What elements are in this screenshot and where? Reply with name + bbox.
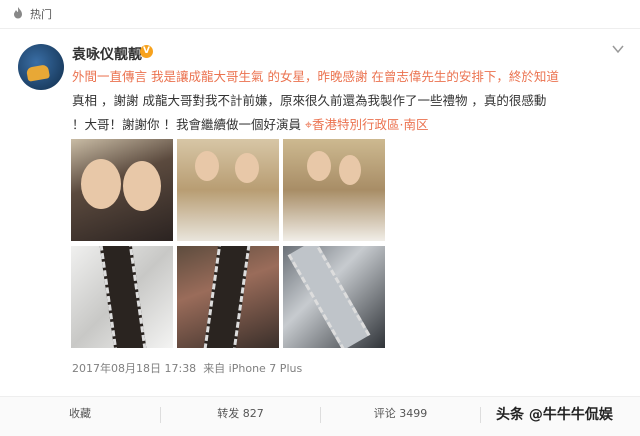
photo-grid <box>71 139 386 351</box>
film-strip <box>99 246 147 348</box>
repost-button[interactable]: 转发 827 <box>161 397 320 436</box>
face-shape <box>339 155 361 185</box>
face-shape <box>195 151 219 181</box>
top-bar: 热门 <box>0 0 640 29</box>
photo-5[interactable] <box>177 246 279 348</box>
film-strip <box>203 246 251 348</box>
favorite-button[interactable]: 收藏 <box>0 397 160 436</box>
photo-2[interactable] <box>177 139 279 241</box>
chevron-down-icon[interactable] <box>612 44 624 54</box>
avatar[interactable] <box>18 44 64 90</box>
film-strip <box>287 246 371 348</box>
photo-3[interactable] <box>283 139 385 241</box>
photo-1[interactable] <box>71 139 173 241</box>
comment-button[interactable]: 评论 3499 <box>321 397 480 436</box>
post-text: 外間一直傳言 我是讓成龍大哥生氣 的女星，昨晚感謝 在曾志偉先生的安排下，終於知… <box>72 65 617 137</box>
post-text-line-1: 外間一直傳言 我是讓成龍大哥生氣 的女星，昨晚感謝 在曾志偉先生的安排下，終於知… <box>72 69 559 84</box>
face-shape <box>235 153 259 183</box>
source-label: 来自 iPhone 7 Plus <box>203 362 303 375</box>
face-shape <box>81 159 121 209</box>
photo-6[interactable] <box>283 246 385 348</box>
location-pin-icon: ⌖ <box>304 117 313 132</box>
timestamp[interactable]: 2017年08月18日 17:38 <box>72 362 196 375</box>
photo-4[interactable] <box>71 246 173 348</box>
watermark: 头条 @牛牛牛侃娱 <box>496 407 613 423</box>
hot-label: 热门 <box>30 8 52 21</box>
username[interactable]: 袁咏仪靓靓 <box>72 44 142 64</box>
flame-icon <box>14 7 22 19</box>
post-text-line-3: ！大哥！謝謝你 ！我會繼續做一個好演員 ⌖香港特別行政區·南区 <box>72 117 429 132</box>
post-meta: 2017年08月18日 17:38 来自 iPhone 7 Plus <box>72 360 302 376</box>
face-shape <box>123 161 161 211</box>
divider <box>480 407 481 423</box>
location-link[interactable]: ⌖香港特別行政區·南区 <box>305 117 429 132</box>
face-shape <box>307 151 331 181</box>
post-text-line-2: 真相 ，謝謝 成龍大哥對我不計前嫌，原來很久前還為我製作了一些禮物 ，真的很感動 <box>72 93 547 108</box>
verified-badge: V <box>140 45 153 58</box>
